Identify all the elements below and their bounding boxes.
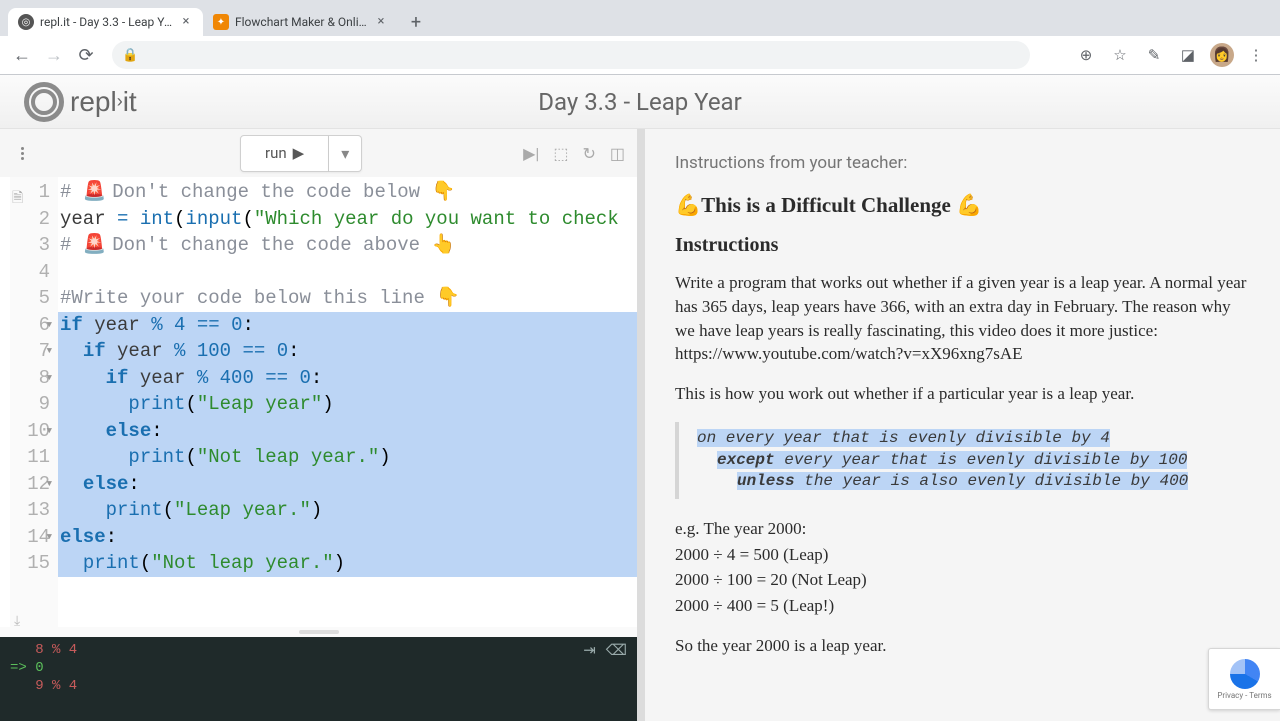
- recaptcha-terms: Terms: [1249, 691, 1271, 700]
- pane-drag-handle[interactable]: [0, 627, 637, 637]
- rule-2-rest: every year that is evenly divisible by 1…: [775, 451, 1188, 469]
- browser-chrome: ◎ repl.it - Day 3.3 - Leap Year × ✦ Flow…: [0, 0, 1280, 75]
- browser-toolbar: ← → ⟳ 🔒 ⊕ ☆ ✎ ◪ 👩 ⋮: [0, 36, 1280, 74]
- refresh-icon[interactable]: ↻: [582, 144, 595, 163]
- challenge-heading: 💪This is a Difficult Challenge 💪: [675, 193, 1250, 218]
- instructions-paragraph-3: So the year 2000 is a leap year.: [675, 634, 1250, 658]
- profile-avatar[interactable]: 👩: [1210, 43, 1234, 67]
- rule-1: on every year that is evenly divisible b…: [697, 429, 1110, 447]
- logo-swirl-icon: [24, 82, 64, 122]
- line-gutter: 123456▼7▼8▼910▼1112▼1314▼15: [10, 177, 58, 627]
- code-editor[interactable]: 123456▼7▼8▼910▼1112▼1314▼15 # 🚨 Don't ch…: [0, 177, 637, 627]
- example-heading: e.g. The year 2000:: [675, 517, 1250, 541]
- download-icon[interactable]: ⤓: [14, 613, 20, 629]
- console[interactable]: ⇥ ⌫ 8 % 4=> 0 9 % 4: [0, 637, 637, 721]
- rules-block: on every year that is evenly divisible b…: [675, 422, 1250, 499]
- rule-3-rest: the year is also evenly divisible by 400: [795, 472, 1189, 490]
- lock-icon: 🔒: [122, 48, 138, 63]
- instructions-paragraph-2: This is how you work out whether if a pa…: [675, 382, 1250, 406]
- main-split: run▶ ▾ ▶| ⬚ ↻ ◫ 🗎 123456▼7▼8▼910▼1112▼13…: [0, 129, 1280, 721]
- console-expand-icon[interactable]: ⇥: [583, 641, 596, 660]
- forward-button[interactable]: →: [40, 41, 68, 69]
- instructions-paragraph-1: Write a program that works out whether i…: [675, 271, 1250, 366]
- app-header: repl›it Day 3.3 - Leap Year: [0, 75, 1280, 129]
- close-icon[interactable]: ×: [374, 15, 388, 29]
- extension-icon[interactable]: ✎: [1142, 43, 1166, 67]
- reload-button[interactable]: ⟳: [72, 41, 100, 69]
- play-icon: ▶: [293, 144, 305, 162]
- drawio-favicon: ✦: [213, 14, 229, 30]
- tab-replit[interactable]: ◎ repl.it - Day 3.3 - Leap Year ×: [8, 8, 203, 36]
- rule-2-bold: except: [717, 451, 775, 469]
- editor-toolbar: run ▶ ▾ ▶| ⬚ ↻ ◫: [0, 129, 637, 177]
- tab-strip: ◎ repl.it - Day 3.3 - Leap Year × ✦ Flow…: [0, 0, 1280, 36]
- step-icon[interactable]: ▶|: [523, 144, 539, 163]
- more-menu-icon[interactable]: [12, 147, 32, 160]
- new-tab-button[interactable]: +: [402, 8, 430, 36]
- tab-drawio[interactable]: ✦ Flowchart Maker & Online Diagra ×: [203, 8, 398, 36]
- tab-title: repl.it - Day 3.3 - Leap Year: [40, 15, 173, 29]
- close-icon[interactable]: ×: [179, 15, 193, 29]
- page-title: Day 3.3 - Leap Year: [538, 88, 741, 116]
- instructions-pane: Instructions from your teacher: 💪This is…: [645, 129, 1280, 721]
- logo-suffix: it: [123, 86, 137, 117]
- star-icon[interactable]: ☆: [1108, 43, 1132, 67]
- instructions-header: Instructions from your teacher:: [675, 153, 1250, 173]
- replit-favicon: ◎: [18, 14, 34, 30]
- example-line-3: 2000 ÷ 400 = 5 (Leap!): [675, 594, 1250, 618]
- example-line-1: 2000 ÷ 4 = 500 (Leap): [675, 543, 1250, 567]
- run-button[interactable]: run ▶: [240, 135, 329, 172]
- package-icon[interactable]: ⬚: [553, 144, 568, 163]
- console-clear-icon[interactable]: ⌫: [606, 641, 627, 660]
- chevron-down-icon: ▾: [341, 144, 349, 163]
- menu-icon[interactable]: ⋮: [1244, 43, 1268, 67]
- example-line-2: 2000 ÷ 100 = 20 (Not Leap): [675, 568, 1250, 592]
- extension-badge-icon[interactable]: ◪: [1176, 43, 1200, 67]
- run-dropdown[interactable]: ▾: [329, 135, 362, 172]
- logo-text: repl: [70, 86, 117, 117]
- recaptcha-badge[interactable]: Privacy - Terms: [1208, 648, 1280, 710]
- replit-logo[interactable]: repl›it: [24, 82, 137, 122]
- run-label: run: [265, 144, 287, 162]
- instructions-heading: Instructions: [675, 234, 1250, 257]
- zoom-icon[interactable]: ⊕: [1074, 43, 1098, 67]
- address-bar[interactable]: 🔒: [112, 41, 1030, 69]
- recaptcha-logo-icon: [1230, 659, 1260, 689]
- rule-3-bold: unless: [737, 472, 795, 490]
- expand-icon[interactable]: ◫: [610, 144, 625, 163]
- recaptcha-privacy: Privacy: [1217, 691, 1243, 700]
- back-button[interactable]: ←: [8, 41, 36, 69]
- code-content[interactable]: # 🚨 Don't change the code below 👇year = …: [58, 177, 637, 627]
- editor-pane: run▶ ▾ ▶| ⬚ ↻ ◫ 🗎 123456▼7▼8▼910▼1112▼13…: [0, 129, 645, 721]
- tab-title: Flowchart Maker & Online Diagra: [235, 15, 368, 29]
